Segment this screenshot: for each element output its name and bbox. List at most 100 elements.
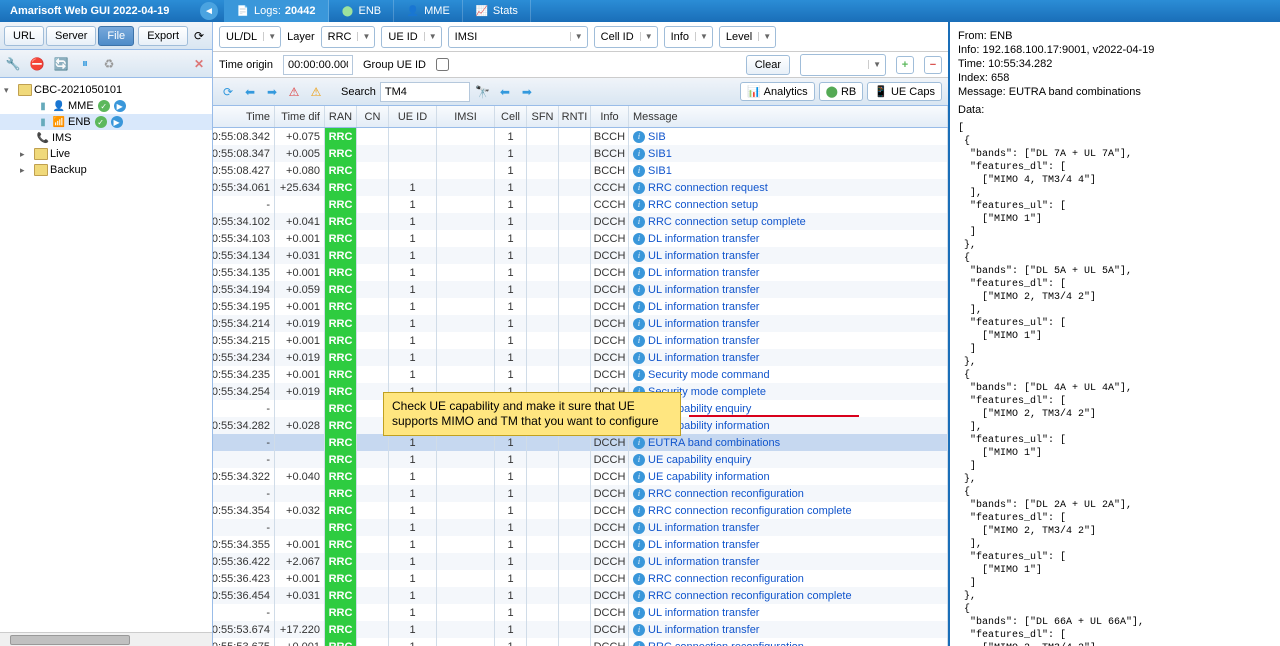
reload-icon[interactable]: 🔄 — [52, 55, 70, 73]
export-button[interactable]: Export — [138, 26, 188, 46]
table-row[interactable]: 10:55:34.195+0.001RRC11DCCHiDL informati… — [213, 298, 948, 315]
clear-button[interactable]: Clear — [746, 55, 790, 75]
info-icon: i — [633, 505, 645, 517]
table-row[interactable]: -RRC11DCCHiRRC connection reconfiguratio… — [213, 485, 948, 502]
table-row[interactable]: 10:55:34.061+25.634RRC11CCCHiRRC connect… — [213, 179, 948, 196]
close-icon[interactable]: ✕ — [190, 55, 208, 73]
tree-backup[interactable]: ▸ Backup — [0, 162, 212, 178]
tree-mme[interactable]: ▮ 👤 MME ✓ ▶ — [0, 98, 212, 114]
stop-icon[interactable]: ⛔ — [28, 55, 46, 73]
table-row[interactable]: 10:55:34.102+0.041RRC11DCCHiRRC connecti… — [213, 213, 948, 230]
warn-icon[interactable]: ⚠ — [285, 83, 303, 101]
expand-icon[interactable]: ▸ — [20, 149, 32, 160]
add-icon[interactable]: + — [896, 56, 914, 74]
table-row[interactable]: 10:55:34.215+0.001RRC11DCCHiDL informati… — [213, 332, 948, 349]
nav-fwd-icon[interactable]: ➡ — [263, 83, 281, 101]
remove-icon[interactable]: − — [924, 56, 942, 74]
refresh-icon[interactable]: ⟳ — [190, 27, 208, 45]
table-row[interactable]: -RRC11DCCHiUL information transfer — [213, 519, 948, 536]
table-row[interactable]: -RRC11DCCHiUE capability enquiry — [213, 451, 948, 468]
search-input[interactable] — [380, 82, 470, 102]
tab-mme[interactable]: 👤 MME — [394, 0, 463, 22]
search-next-icon[interactable]: ➡ — [518, 83, 536, 101]
expand-icon[interactable]: ▸ — [20, 165, 32, 176]
uecaps-button[interactable]: 📱UE Caps — [867, 82, 942, 101]
tab-logs[interactable]: 📄 Logs: 20442 — [224, 0, 329, 22]
search-prev-icon[interactable]: ⬅ — [496, 83, 514, 101]
tree-ims[interactable]: 📞 IMS — [0, 130, 212, 146]
col-sfn[interactable]: SFN — [527, 106, 559, 127]
table-row[interactable]: 10:55:34.135+0.001RRC11DCCHiDL informati… — [213, 264, 948, 281]
collapse-left-icon[interactable]: ◄ — [200, 2, 218, 20]
tab-stats[interactable]: 📈 Stats — [463, 0, 531, 22]
filter-imsi[interactable]: IMSI▼ — [448, 26, 588, 48]
col-diff[interactable]: Time dif — [275, 106, 325, 127]
time-origin-input[interactable] — [283, 55, 353, 75]
table-row[interactable]: 10:55:34.355+0.001RRC11DCCHiDL informati… — [213, 536, 948, 553]
table-row[interactable]: 10:55:36.423+0.001RRC11DCCHiRRC connecti… — [213, 570, 948, 587]
filter-uldl[interactable]: UL/DL▼ — [219, 26, 281, 48]
rb-button[interactable]: ⬤RB — [819, 82, 864, 101]
filter-layer[interactable]: RRC▼ — [321, 26, 376, 48]
info-icon: i — [633, 250, 645, 262]
col-time[interactable]: Time — [213, 106, 275, 127]
filter-ueid[interactable]: UE ID▼ — [381, 26, 441, 48]
file-button[interactable]: File — [98, 26, 134, 46]
tree-live[interactable]: ▸ Live — [0, 146, 212, 162]
left-hscroll[interactable] — [0, 632, 212, 646]
filter-level[interactable]: Level▼ — [719, 26, 776, 48]
table-row[interactable]: 10:55:36.422+2.067RRC11DCCHiUL informati… — [213, 553, 948, 570]
warn2-icon[interactable]: ⚠ — [307, 83, 325, 101]
pause-icon[interactable]: ⏸ — [76, 55, 94, 73]
table-row[interactable]: 10:55:34.134+0.031RRC11DCCHiUL informati… — [213, 247, 948, 264]
wrench-icon[interactable]: 🔧 — [4, 55, 22, 73]
filter-info[interactable]: Info▼ — [664, 26, 713, 48]
detail-info: 192.168.100.17:9001, v2022-04-19 — [982, 44, 1154, 56]
table-row[interactable]: 10:55:08.347+0.005RRC1BCCHiSIB1 — [213, 145, 948, 162]
group-ueid-checkbox[interactable] — [436, 58, 449, 71]
table-row[interactable]: 10:55:34.214+0.019RRC11DCCHiUL informati… — [213, 315, 948, 332]
table-row[interactable]: 10:55:34.194+0.059RRC11DCCHiUL informati… — [213, 281, 948, 298]
table-row[interactable]: 10:55:08.342+0.075RRC1BCCHiSIB — [213, 128, 948, 145]
table-row[interactable]: 10:55:53.675+0.001RRC11DCCHiRRC connecti… — [213, 638, 948, 646]
refresh-icon[interactable]: ⟳ — [219, 83, 237, 101]
table-row[interactable]: 10:55:34.234+0.019RRC11DCCHiUL informati… — [213, 349, 948, 366]
nav-back-icon[interactable]: ⬅ — [241, 83, 259, 101]
table-body[interactable]: 10:55:08.342+0.075RRC1BCCHiSIB10:55:08.3… — [213, 128, 948, 646]
analytics-button[interactable]: 📊Analytics — [740, 82, 815, 101]
col-ueid[interactable]: UE ID — [389, 106, 437, 127]
info-icon: i — [633, 573, 645, 585]
table-row[interactable]: 10:55:53.674+17.220RRC11DCCHiUL informat… — [213, 621, 948, 638]
col-imsi[interactable]: IMSI — [437, 106, 495, 127]
table-row[interactable]: -RRC11DCCHiEUTRA band combinations — [213, 434, 948, 451]
table-row[interactable]: 10:55:34.235+0.001RRC11DCCHiSecurity mod… — [213, 366, 948, 383]
tree-root[interactable]: ▾ CBC-2021050101 — [0, 82, 212, 98]
clear-select[interactable]: ▼ — [800, 54, 886, 76]
tree-enb[interactable]: ▮ 📶 ENB ✓ ▶ — [0, 114, 212, 130]
col-rnti[interactable]: RNTI — [559, 106, 591, 127]
table-row[interactable]: -RRC11CCCHiRRC connection setup — [213, 196, 948, 213]
table-row[interactable]: 10:55:34.354+0.032RRC11DCCHiRRC connecti… — [213, 502, 948, 519]
tab-enb[interactable]: ⬤ ENB — [329, 0, 395, 22]
info-icon: i — [633, 284, 645, 296]
info-icon: i — [633, 131, 645, 143]
table-row[interactable]: 10:55:34.322+0.040RRC11DCCHiUE capabilit… — [213, 468, 948, 485]
collapse-icon[interactable]: ▾ — [4, 85, 16, 96]
group-ueid-label: Group UE ID — [363, 59, 426, 71]
info-icon: i — [633, 352, 645, 364]
binoculars-icon[interactable]: 🔭 — [474, 83, 492, 101]
col-ran[interactable]: RAN — [325, 106, 357, 127]
table-row[interactable]: -RRC11DCCHiUL information transfer — [213, 604, 948, 621]
filter-cellid[interactable]: Cell ID▼ — [594, 26, 658, 48]
col-msg[interactable]: Message — [629, 106, 948, 127]
col-cn[interactable]: CN — [357, 106, 389, 127]
table-row[interactable]: 10:55:34.103+0.001RRC11DCCHiDL informati… — [213, 230, 948, 247]
info-icon: i — [633, 437, 645, 449]
col-info[interactable]: Info — [591, 106, 629, 127]
col-cell[interactable]: Cell — [495, 106, 527, 127]
url-button[interactable]: URL — [4, 26, 44, 46]
recycle-icon[interactable]: ♻ — [100, 55, 118, 73]
table-row[interactable]: 10:55:08.427+0.080RRC1BCCHiSIB1 — [213, 162, 948, 179]
server-button[interactable]: Server — [46, 26, 96, 46]
table-row[interactable]: 10:55:36.454+0.031RRC11DCCHiRRC connecti… — [213, 587, 948, 604]
